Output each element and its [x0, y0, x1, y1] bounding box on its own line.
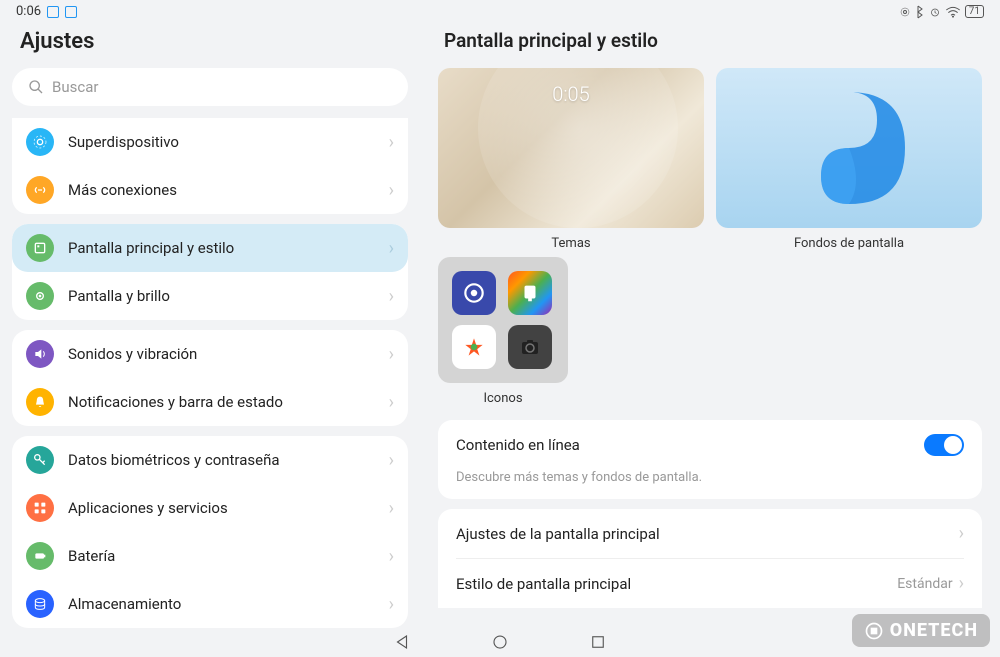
chevron-right-icon: ›	[389, 344, 394, 365]
chevron-right-icon: ›	[389, 238, 394, 259]
chevron-right-icon: ›	[389, 392, 394, 413]
navigation-bar	[393, 633, 607, 651]
link-icon	[26, 176, 54, 204]
sidebar-item-label: Aplicaciones y servicios	[68, 499, 375, 517]
sidebar-item-display-brightness[interactable]: Pantalla y brillo ›	[12, 272, 408, 320]
sidebar-item-label: Sonidos y vibración	[68, 345, 375, 363]
setting-value: Estándar	[897, 576, 952, 592]
sidebar-item-label: Superdispositivo	[68, 133, 375, 151]
tile-label: Fondos de pantalla	[716, 236, 982, 251]
alarm-icon	[929, 6, 941, 18]
page-title: Pantalla principal y estilo	[438, 23, 982, 68]
sidebar-item-label: Más conexiones	[68, 181, 375, 199]
sidebar-item-sound[interactable]: Sonidos y vibración ›	[12, 330, 408, 378]
online-content-subtitle: Descubre más temas y fondos de pantalla.	[438, 470, 982, 499]
setting-label: Estilo de pantalla principal	[456, 575, 631, 593]
bluetooth-icon	[915, 5, 925, 19]
superdevice-icon	[26, 128, 54, 156]
online-content-row[interactable]: Contenido en línea	[438, 420, 982, 470]
chevron-right-icon: ›	[959, 523, 964, 544]
status-time: 0:06	[16, 4, 41, 19]
sidebar-item-more-connections[interactable]: Más conexiones ›	[12, 166, 408, 214]
search-placeholder: Buscar	[52, 78, 98, 96]
sidebar-item-apps[interactable]: Aplicaciones y servicios ›	[12, 484, 408, 532]
sidebar-item-notifications[interactable]: Notificaciones y barra de estado ›	[12, 378, 408, 426]
tile-label: Iconos	[438, 391, 568, 406]
storage-icon	[26, 590, 54, 618]
sidebar-item-label: Batería	[68, 547, 375, 565]
setting-label: Contenido en línea	[456, 436, 580, 454]
sidebar-group-sound: Sonidos y vibración › Notificaciones y b…	[12, 330, 408, 426]
chevron-right-icon: ›	[389, 286, 394, 307]
settings-sidebar: Ajustes Buscar Superdispositivo › Más co…	[0, 23, 420, 654]
watermark-text: ONETECH	[890, 620, 978, 641]
chevron-right-icon: ›	[389, 594, 394, 615]
sidebar-item-label: Notificaciones y barra de estado	[68, 393, 375, 411]
sidebar-group-system: Datos biométricos y contraseña › Aplicac…	[12, 436, 408, 628]
nav-back-button[interactable]	[393, 633, 411, 651]
sidebar-item-label: Pantalla y brillo	[68, 287, 375, 305]
chevron-right-icon: ›	[389, 546, 394, 567]
chevron-right-icon: ›	[959, 573, 964, 594]
bell-icon	[26, 388, 54, 416]
chevron-right-icon: ›	[389, 180, 394, 201]
apps-icon	[26, 494, 54, 522]
multiwindow-icon-1	[47, 6, 59, 18]
gear-app-icon	[452, 271, 496, 315]
sidebar-item-label: Almacenamiento	[68, 595, 375, 613]
key-icon	[26, 446, 54, 474]
online-content-card: Contenido en línea Descubre más temas y …	[438, 420, 982, 499]
sidebar-item-label: Datos biométricos y contraseña	[68, 451, 375, 469]
wallpapers-preview	[716, 68, 982, 228]
brightness-icon	[26, 282, 54, 310]
tile-wallpapers[interactable]: Fondos de pantalla	[716, 68, 982, 251]
battery-indicator: 71	[965, 5, 984, 18]
battery-icon	[26, 542, 54, 570]
home-icon	[26, 234, 54, 262]
nav-home-button[interactable]	[491, 633, 509, 651]
chevron-right-icon: ›	[389, 132, 394, 153]
sidebar-item-battery[interactable]: Batería ›	[12, 532, 408, 580]
search-icon	[28, 79, 44, 95]
tile-icons[interactable]: Iconos	[438, 257, 568, 406]
chevron-right-icon: ›	[389, 498, 394, 519]
tile-label: Temas	[438, 236, 704, 251]
sidebar-title: Ajustes	[12, 23, 408, 68]
watermark: ONETECH	[852, 614, 990, 647]
sidebar-item-superdevice[interactable]: Superdispositivo ›	[12, 118, 408, 166]
home-settings-card: Ajustes de la pantalla principal › Estil…	[438, 509, 982, 608]
online-content-toggle[interactable]	[924, 434, 964, 456]
status-icons: 71	[899, 5, 984, 19]
nav-recent-button[interactable]	[589, 633, 607, 651]
home-settings-row[interactable]: Ajustes de la pantalla principal ›	[438, 509, 982, 558]
themes-preview: 0:05	[438, 68, 704, 228]
multiwindow-icon-2	[65, 6, 77, 18]
camera-app-icon	[508, 325, 552, 369]
sidebar-item-biometrics[interactable]: Datos biométricos y contraseña ›	[12, 436, 408, 484]
nfc-icon	[899, 6, 911, 18]
gallery-app-icon	[452, 325, 496, 369]
status-bar: 0:06 71	[0, 0, 1000, 23]
wifi-icon	[945, 6, 961, 18]
theme-clock: 0:05	[552, 82, 589, 106]
sidebar-item-home-style[interactable]: Pantalla principal y estilo ›	[12, 224, 408, 272]
icons-preview	[438, 257, 568, 383]
sidebar-group-connections: Superdispositivo › Más conexiones ›	[12, 118, 408, 214]
setting-label: Ajustes de la pantalla principal	[456, 525, 660, 543]
tile-themes[interactable]: 0:05 Temas	[438, 68, 704, 251]
home-style-row[interactable]: Estilo de pantalla principal Estándar ›	[438, 559, 982, 608]
chevron-right-icon: ›	[389, 450, 394, 471]
sidebar-item-label: Pantalla principal y estilo	[68, 239, 375, 257]
themes-app-icon	[508, 271, 552, 315]
search-input[interactable]: Buscar	[12, 68, 408, 106]
sidebar-group-display: Pantalla principal y estilo › Pantalla y…	[12, 224, 408, 320]
main-panel: Pantalla principal y estilo 0:05 Temas F…	[420, 23, 1000, 654]
sound-icon	[26, 340, 54, 368]
sidebar-item-storage[interactable]: Almacenamiento ›	[12, 580, 408, 628]
